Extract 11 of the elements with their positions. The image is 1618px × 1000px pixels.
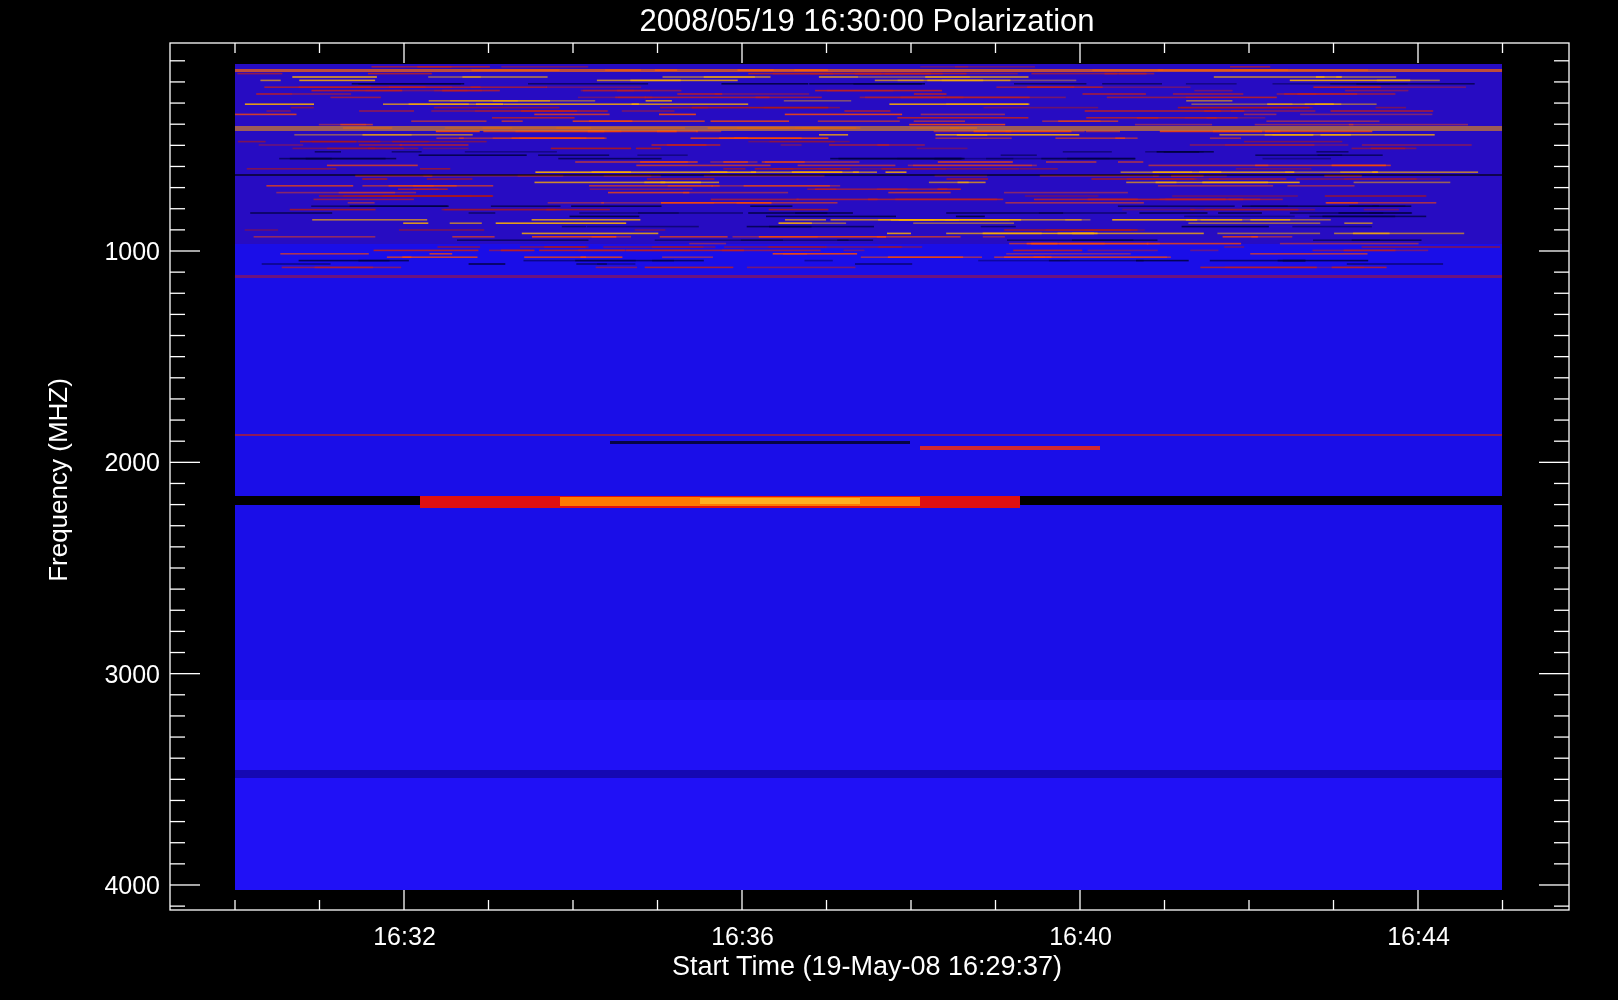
chart-title: 2008/05/19 16:30:00 Polarization xyxy=(639,3,1095,38)
x-axis-label: Start Time (19-May-08 16:29:37) xyxy=(671,951,1063,981)
x-tick-label: 16:40 xyxy=(1049,922,1112,950)
x-tick-label: 16:32 xyxy=(373,922,436,950)
y-tick-label: 2000 xyxy=(104,448,160,477)
x-tick-label: 16:36 xyxy=(711,922,774,950)
y-tick-label: 4000 xyxy=(104,871,160,899)
y-axis-label: Frequency (MHZ) xyxy=(43,378,73,582)
y-tick-label: 3000 xyxy=(104,659,160,688)
x-tick-label: 16:44 xyxy=(1387,922,1450,950)
y-tick-label: 1000 xyxy=(104,237,160,265)
